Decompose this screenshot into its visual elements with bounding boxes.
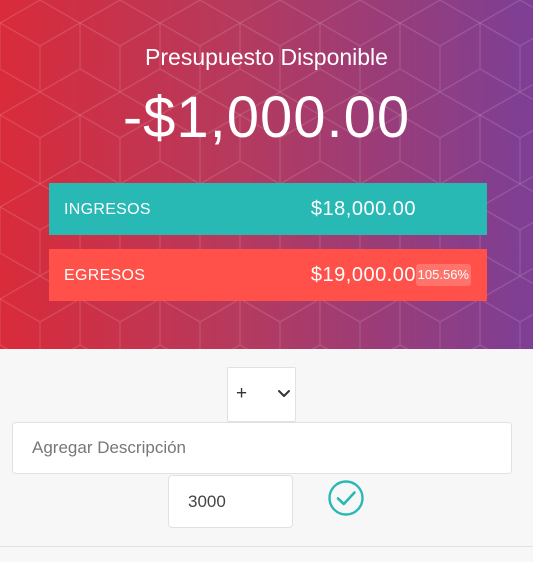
- expense-value: $19,000.00: [310, 264, 416, 286]
- budget-header: Presupuesto Disponible -$1,000.00 INGRES…: [0, 0, 533, 349]
- description-input[interactable]: [12, 422, 512, 474]
- expense-label: EGRESOS: [64, 267, 146, 284]
- income-summary: INGRESOS $18,000.00: [49, 183, 487, 235]
- type-select[interactable]: +: [227, 367, 296, 422]
- expense-summary: EGRESOS $19,000.00 105.56%: [49, 249, 487, 301]
- available-budget-amount: -$1,000.00: [122, 85, 411, 150]
- income-value: $18,000.00: [310, 198, 416, 220]
- page-title: Presupuesto Disponible: [145, 44, 388, 70]
- type-select-value: +: [236, 383, 248, 404]
- income-label: INGRESOS: [64, 201, 151, 218]
- expense-percentage-badge: 105.56%: [415, 264, 471, 286]
- check-circle-icon[interactable]: [327, 479, 365, 517]
- add-entry-form: +: [0, 349, 533, 547]
- chevron-down-icon: [278, 390, 290, 397]
- amount-input[interactable]: [168, 475, 293, 528]
